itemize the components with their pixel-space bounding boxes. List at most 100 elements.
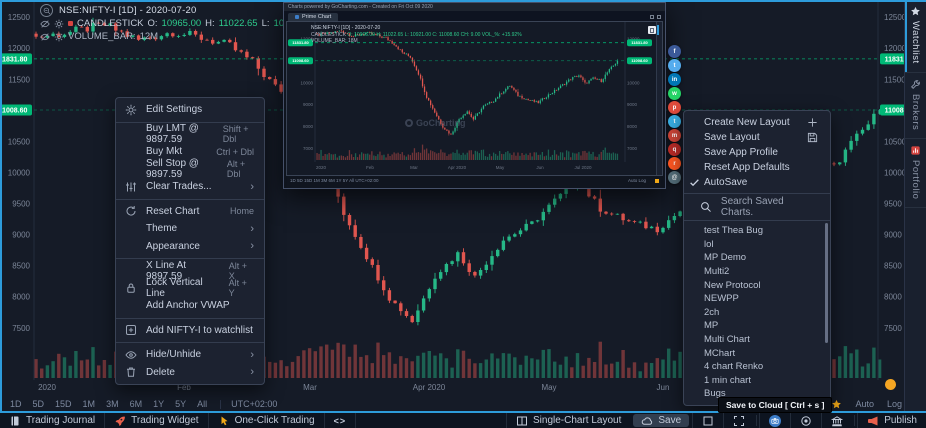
footer-button-code[interactable]: <> (325, 413, 357, 428)
panel-tab-watchlist[interactable]: Watchlist (905, 0, 926, 73)
share-telegram-button[interactable]: t (668, 115, 681, 128)
saved-chart-2ch[interactable]: 2ch (684, 306, 830, 320)
wrench-icon (910, 79, 921, 90)
context-menu-item-hide-unhide[interactable]: Hide/Unhide› (116, 346, 264, 364)
search-saved-charts[interactable]: Search Saved Charts. (684, 197, 830, 217)
share-whatsapp-button[interactable]: w (668, 87, 681, 100)
context-menu-item-edit-settings[interactable]: Edit Settings (116, 101, 264, 119)
copy-chart-icon[interactable] (648, 26, 656, 34)
svg-text:Mar: Mar (303, 383, 317, 392)
submenu-arrow-icon: › (242, 240, 254, 252)
saved-chart-test-thea-bug[interactable]: test Thea Bug (684, 224, 830, 238)
layout-menu-item-autosave[interactable]: AutoSave (684, 175, 830, 190)
footer-button-single-chart-layout[interactable]: Single-Chart Layout (506, 413, 630, 428)
share-linkedin-button[interactable]: in (668, 73, 681, 86)
timeframe-3m[interactable]: 3M (106, 399, 119, 409)
share-reddit-button[interactable]: r (668, 157, 681, 170)
share-pinterest-button[interactable]: p (668, 101, 681, 114)
menu-separator (116, 342, 264, 343)
svg-text:9000: 9000 (627, 102, 638, 107)
notification-dot[interactable] (885, 379, 896, 390)
share-facebook-button[interactable]: f (668, 45, 681, 58)
square-icon (702, 415, 714, 427)
svg-text:8000: 8000 (884, 293, 902, 302)
saved-chart-mp[interactable]: MP (684, 319, 830, 333)
context-menu-item-add-nifty-i-to-watchlist[interactable]: Add NIFTY-I to watchlist (116, 322, 264, 340)
panel-tab-portfolio[interactable]: Portfolio (905, 139, 926, 208)
footer-button-trading-widget[interactable]: Trading Widget (105, 413, 208, 428)
saved-chart-mchart[interactable]: MChart (684, 346, 830, 360)
saved-chart-newpp[interactable]: NEWPP (684, 292, 830, 306)
footer-button-bank[interactable] (821, 413, 852, 428)
submenu-arrow-icon: › (242, 223, 254, 235)
context-menu-item-buy-lmt-9897-59[interactable]: Buy LMT @ 9897.59Shift + Dbl (116, 126, 264, 144)
layout-menu-item-reset-app-defaults[interactable]: Reset App Defaults (684, 160, 830, 175)
footer-button-one-click-trading[interactable]: One-Click Trading (209, 413, 325, 428)
hide-series-icon[interactable] (40, 19, 50, 29)
layout-menu-item-save-layout[interactable]: Save Layout (684, 130, 830, 145)
volume-series-label: VOLUME_BAR: (68, 31, 136, 43)
timeframe-1d[interactable]: 1D (10, 399, 22, 409)
lock-icon (125, 282, 137, 294)
saved-chart-new-protocol[interactable]: New Protocol (684, 278, 830, 292)
volume-value: 12M (140, 31, 158, 43)
saved-chart-lol[interactable]: lol (684, 238, 830, 252)
context-menu-item-appearance[interactable]: Appearance› (116, 238, 264, 256)
share-twitter-button[interactable]: t (668, 59, 681, 72)
context-menu-item-delete[interactable]: Delete› (116, 364, 264, 382)
footer-button-camera[interactable] (759, 413, 790, 428)
series-settings-icon[interactable] (54, 19, 64, 29)
timeframe-15d[interactable]: 15D (55, 399, 72, 409)
saved-chart-mp-demo[interactable]: MP Demo (684, 251, 830, 265)
context-menu-item-add-anchor-vwap[interactable]: Add Anchor VWAP (116, 297, 264, 315)
footer-button-save[interactable]: Save (633, 414, 689, 427)
footer-button-square[interactable] (692, 413, 723, 428)
saved-chart-multi2[interactable]: Multi2 (684, 265, 830, 279)
saved-chart-multi-chart[interactable]: Multi Chart (684, 333, 830, 347)
scale-mode-log[interactable]: Log (887, 399, 902, 409)
context-menu-item-sell-stop-9897-59[interactable]: Sell Stop @ 9897.59Alt + Dbl (116, 161, 264, 179)
timeframe-6m[interactable]: 6M (130, 399, 143, 409)
sliders-icon (125, 181, 137, 193)
context-menu-item-theme[interactable]: Theme› (116, 220, 264, 238)
share-gmail-button[interactable]: m (668, 129, 681, 142)
svg-text:Mar: Mar (410, 165, 418, 170)
footer-button-publish[interactable]: Publish (857, 413, 926, 428)
scale-mode-auto[interactable]: Auto (855, 399, 874, 409)
tab-prime-chart[interactable]: Prime Chart (288, 13, 338, 21)
volume-settings-icon[interactable] (54, 32, 64, 42)
timeframe-1m[interactable]: 1M (83, 399, 96, 409)
svg-text:2020: 2020 (38, 383, 56, 392)
svg-text:12500: 12500 (8, 13, 31, 22)
timeframe-5y[interactable]: 5Y (175, 399, 186, 409)
social-share-column: ftinwptmqr@ (668, 45, 681, 184)
layout-menu-item-save-app-profile[interactable]: Save App Profile (684, 145, 830, 160)
share-quora-button[interactable]: q (668, 143, 681, 156)
star-icon[interactable] (831, 399, 842, 410)
reset-icon (125, 205, 137, 217)
timeframe-1y[interactable]: 1Y (153, 399, 164, 409)
menu-scrollbar[interactable] (825, 223, 828, 343)
mini-candlestick-chart[interactable]: 1200012000110001100010000100009000900080… (287, 22, 662, 180)
footer-button-target[interactable] (790, 413, 821, 428)
app-window: 1250012500120001200011500115001100011000… (0, 0, 926, 428)
panel-tab-brokers[interactable]: Brokers (905, 73, 926, 139)
timeframe-5d[interactable]: 5D (33, 399, 45, 409)
hide-volume-icon[interactable] (40, 32, 50, 42)
context-menu-item-clear-trades[interactable]: Clear Trades...› (116, 178, 264, 196)
timezone-label[interactable]: UTC+02:00 (231, 399, 277, 409)
svg-text:Feb: Feb (366, 165, 374, 170)
share-email-button[interactable]: @ (668, 171, 681, 184)
series-color-swatch (68, 21, 73, 26)
gear-icon (125, 104, 137, 116)
symbol-title: NSE:NIFTY-I [1D] - 2020-07-20 (59, 5, 196, 17)
context-menu-item-reset-chart[interactable]: Reset ChartHome (116, 203, 264, 221)
context-menu-item-lock-vertical-line[interactable]: Lock Vertical LineAlt + Y (116, 280, 264, 298)
saved-chart-4-chart-renko[interactable]: 4 chart Renko (684, 360, 830, 374)
layout-menu-item-create-new-layout[interactable]: Create New Layout (684, 115, 830, 130)
zoom-out-icon[interactable] (40, 4, 53, 17)
saved-chart-1-min-chart[interactable]: 1 min chart (684, 374, 830, 388)
footer-button-expand[interactable] (723, 413, 754, 428)
footer-button-trading-journal[interactable]: Trading Journal (0, 413, 105, 428)
timeframe-all[interactable]: All (197, 399, 207, 409)
